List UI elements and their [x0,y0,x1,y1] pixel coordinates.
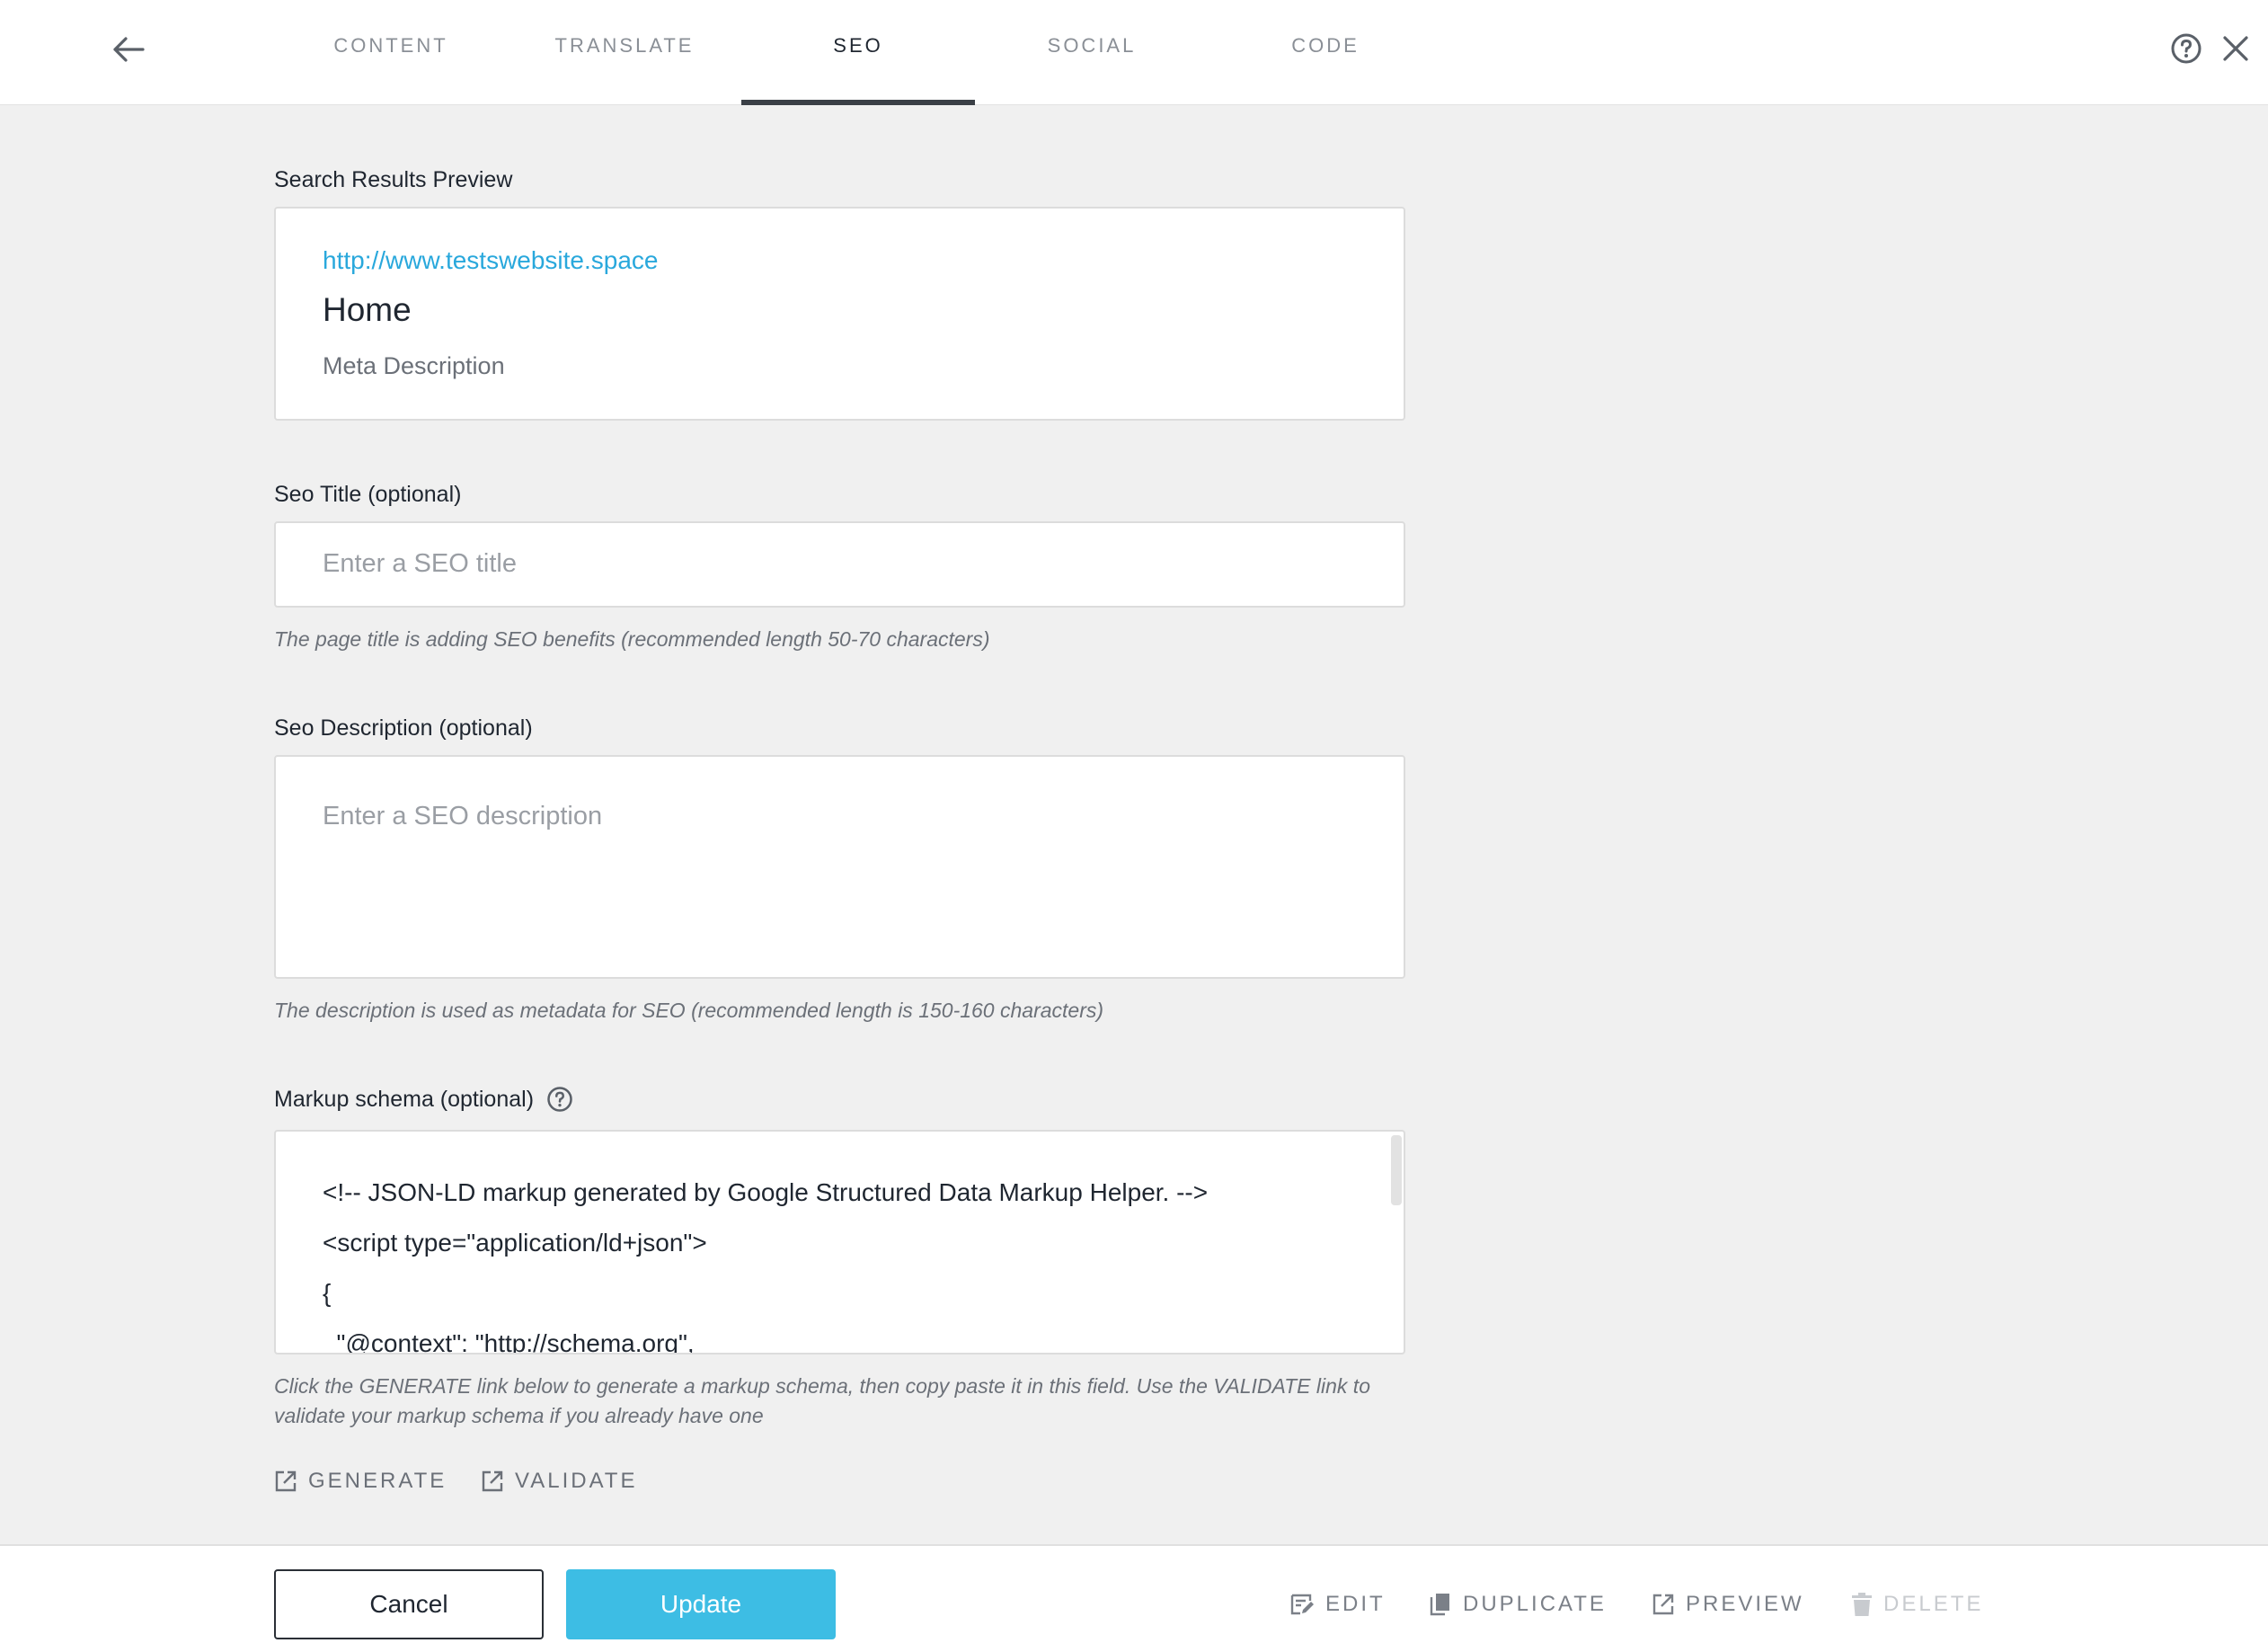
seo-title-hint: The page title is adding SEO benefits (r… [274,627,990,651]
textarea-scrollbar[interactable] [1391,1135,1402,1205]
preview-icon [1652,1594,1674,1615]
delete-label: DELETE [1883,1592,1984,1616]
duplicate-label: DUPLICATE [1463,1592,1607,1616]
preview-title: Home [323,291,412,328]
bottom-bar: Cancel Update EDIT DUPLICATE PREVIEW DEL… [0,1544,2268,1652]
code-line: <script type="application/ld+json"> [323,1229,707,1257]
trash-icon [1852,1593,1872,1616]
external-link-icon [275,1470,297,1492]
preview-url: http://www.testswebsite.space [323,246,659,274]
edit-icon [1290,1594,1314,1615]
preview-label: PREVIEW [1686,1592,1804,1616]
close-button[interactable] [2219,32,2252,65]
edit-action[interactable]: EDIT [1289,1582,1386,1627]
code-line: { [323,1279,332,1307]
edit-label: EDIT [1325,1592,1386,1616]
back-button[interactable] [106,27,151,72]
seo-title-placeholder: Enter a SEO title [323,549,517,578]
arrow-left-icon [113,37,145,62]
code-line: <!-- JSON-LD markup generated by Google … [323,1178,1209,1206]
generate-link-label: GENERATE [308,1469,447,1493]
help-button[interactable] [2170,32,2202,65]
preview-description: Meta Description [323,352,505,379]
duplicate-action[interactable]: DUPLICATE [1429,1582,1607,1627]
markup-schema-textarea[interactable]: <!-- JSON-LD markup generated by Google … [274,1130,1405,1354]
search-preview-label: Search Results Preview [274,167,513,192]
code-line: "@context": "http://schema.org", [323,1329,695,1354]
active-tab-indicator [741,100,975,105]
validate-link[interactable]: VALIDATE [481,1463,637,1499]
tab-content[interactable]: CONTENT [274,0,508,105]
markup-schema-label: Markup schema (optional) [274,1086,535,1112]
generate-link[interactable]: GENERATE [274,1463,447,1499]
seo-title-label: Seo Title (optional) [274,482,462,507]
seo-title-input[interactable]: Enter a SEO title [274,521,1405,608]
markup-schema-label-row: Markup schema (optional) [274,1086,573,1113]
duplicate-icon [1430,1594,1449,1616]
validate-link-label: VALIDATE [515,1469,638,1493]
tab-seo[interactable]: SEO [741,0,975,105]
preview-action[interactable]: PREVIEW [1652,1582,1804,1627]
close-icon [2223,36,2248,61]
external-link-icon [482,1470,503,1492]
tab-translate[interactable]: TRANSLATE [508,0,741,105]
cancel-button[interactable]: Cancel [274,1569,544,1639]
seo-description-placeholder: Enter a SEO description [323,802,603,830]
seo-description-textarea[interactable]: Enter a SEO description [274,755,1405,979]
seo-description-label: Seo Description (optional) [274,715,533,741]
question-circle-icon[interactable] [546,1086,573,1113]
seo-description-hint: The description is used as metadata for … [274,999,1104,1022]
search-preview-box: http://www.testswebsite.space Home Meta … [274,207,1405,421]
question-circle-icon [2171,33,2202,64]
top-bar: CONTENT TRANSLATE SEO SOCIAL CODE [0,0,2268,105]
delete-action: DELETE [1851,1582,1983,1627]
tab-code[interactable]: CODE [1209,0,1442,105]
update-button[interactable]: Update [566,1569,836,1639]
tab-social[interactable]: SOCIAL [975,0,1209,105]
markup-schema-hint: Click the GENERATE link below to generat… [274,1374,1370,1427]
